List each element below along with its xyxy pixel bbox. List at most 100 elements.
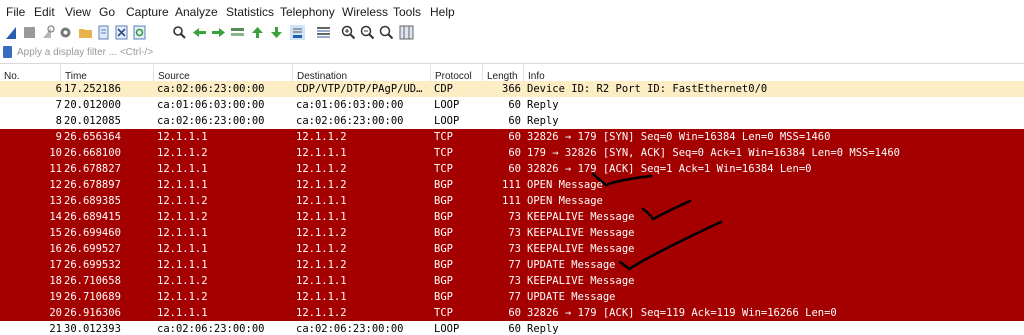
- cell-protocol: BGP: [434, 211, 453, 223]
- packet-row[interactable]: 21 30.012393 ca:02:06:23:00:00 ca:02:06:23:…: [0, 321, 1024, 335]
- restart-icon[interactable]: [40, 25, 55, 40]
- cell-no: 19: [49, 291, 62, 303]
- cell-destination: 12.1.1.2: [296, 259, 347, 271]
- reload-icon[interactable]: [132, 25, 147, 40]
- cell-length: 60: [508, 307, 521, 319]
- cell-protocol: BGP: [434, 179, 453, 191]
- open-folder-icon[interactable]: [78, 25, 93, 40]
- shark-fin-start-icon[interactable]: [4, 25, 19, 40]
- cell-time: 17.252186: [64, 83, 121, 95]
- go-to-packet-icon[interactable]: [230, 25, 245, 40]
- column-info[interactable]: Info: [523, 64, 1024, 82]
- cell-no: 9: [55, 131, 62, 143]
- file-icon[interactable]: [96, 25, 111, 40]
- packet-list-header: No. Time Source Destination Protocol Len…: [0, 64, 1024, 82]
- column-protocol[interactable]: Protocol: [430, 64, 482, 82]
- cell-no: 8: [55, 115, 62, 127]
- packet-row[interactable]: 7 20.012000 ca:01:06:03:00:00 ca:01:06:03:0…: [0, 97, 1024, 113]
- cell-source: ca:02:06:23:00:00: [157, 83, 265, 95]
- packet-row[interactable]: 13 26.689385 12.1.1.2 12.1.1.1 BGP 111 OPEN Me…: [0, 193, 1024, 209]
- menu-wireless[interactable]: Wireless: [342, 5, 388, 19]
- packet-list: 6 17.252186 ca:02:06:23:00:00 CDP/VTP/DTP/P…: [0, 81, 1024, 335]
- cell-destination: ca:02:06:23:00:00: [296, 115, 404, 127]
- cell-time: 26.668100: [64, 147, 121, 159]
- colorize-icon[interactable]: [316, 25, 331, 40]
- zoom-normal-icon[interactable]: [379, 25, 394, 40]
- cell-source: 12.1.1.2: [157, 211, 208, 223]
- forward-arrow-icon[interactable]: [211, 25, 226, 40]
- cell-source: 12.1.1.1: [157, 179, 208, 191]
- zoom-out-icon[interactable]: [360, 25, 375, 40]
- packet-row[interactable]: 19 26.710689 12.1.1.2 12.1.1.1 BGP 77 UPDATE M…: [0, 289, 1024, 305]
- column-source[interactable]: Source: [153, 64, 292, 82]
- menu-analyze[interactable]: Analyze: [175, 5, 218, 19]
- menu-view[interactable]: View: [65, 5, 91, 19]
- find-magnifier-icon[interactable]: [172, 25, 187, 40]
- zoom-in-icon[interactable]: [341, 25, 356, 40]
- packet-row[interactable]: 17 26.699532 12.1.1.1 12.1.1.2 BGP 77 UPDATE M…: [0, 257, 1024, 273]
- back-arrow-icon[interactable]: [192, 25, 207, 40]
- stop-square-icon[interactable]: [22, 25, 37, 40]
- cell-no: 21: [49, 323, 62, 335]
- go-last-icon[interactable]: [269, 25, 284, 40]
- cell-protocol: LOOP: [434, 99, 460, 111]
- column-no[interactable]: No.: [0, 64, 60, 82]
- cell-info: Device ID: R2 Port ID: FastEthernet0/0: [527, 83, 768, 95]
- packet-row[interactable]: 20 26.916306 12.1.1.1 12.1.1.2 TCP 60 32826 → …: [0, 305, 1024, 321]
- cell-length: 77: [508, 291, 521, 303]
- cell-protocol: BGP: [434, 275, 453, 287]
- cell-no: 14: [49, 211, 62, 223]
- cell-protocol: TCP: [434, 307, 453, 319]
- cell-protocol: BGP: [434, 243, 453, 255]
- cell-length: 366: [502, 83, 521, 95]
- packet-row[interactable]: 6 17.252186 ca:02:06:23:00:00 CDP/VTP/DTP/P…: [0, 81, 1024, 97]
- cell-info: 32826 → 179 [ACK] Seq=119 Ack=119 Win=16…: [527, 307, 837, 319]
- cell-time: 26.916306: [64, 307, 121, 319]
- cell-length: 111: [502, 195, 521, 207]
- packet-row[interactable]: 12 26.678897 12.1.1.1 12.1.1.2 BGP 111 OPEN Me…: [0, 177, 1024, 193]
- packet-row[interactable]: 18 26.710658 12.1.1.2 12.1.1.1 BGP 73 KEEPALIV…: [0, 273, 1024, 289]
- menu-edit[interactable]: Edit: [34, 5, 55, 19]
- menu-statistics[interactable]: Statistics: [226, 5, 274, 19]
- menu-bar: File Edit View Go Capture Analyze Statis…: [0, 0, 1024, 24]
- cell-info: Reply: [527, 99, 559, 111]
- bookmark-icon[interactable]: [3, 46, 12, 58]
- cell-no: 10: [49, 147, 62, 159]
- menu-capture[interactable]: Capture: [126, 5, 169, 19]
- cell-length: 73: [508, 243, 521, 255]
- cell-length: 73: [508, 227, 521, 239]
- cell-source: 12.1.1.2: [157, 291, 208, 303]
- packet-row[interactable]: 16 26.699527 12.1.1.1 12.1.1.2 BGP 73 KEEPALIV…: [0, 241, 1024, 257]
- packet-row[interactable]: 9 26.656364 12.1.1.1 12.1.1.2 TCP 60 32826 → 1…: [0, 129, 1024, 145]
- packet-row[interactable]: 14 26.689415 12.1.1.2 12.1.1.1 BGP 73 KEEPALIV…: [0, 209, 1024, 225]
- packet-row[interactable]: 15 26.699460 12.1.1.1 12.1.1.2 BGP 73 KEEPALIV…: [0, 225, 1024, 241]
- cell-time: 20.012085: [64, 115, 121, 127]
- cell-destination: 12.1.1.2: [296, 163, 347, 175]
- column-time[interactable]: Time: [60, 64, 153, 82]
- column-destination[interactable]: Destination: [292, 64, 430, 82]
- cell-time: 26.699460: [64, 227, 121, 239]
- cell-no: 13: [49, 195, 62, 207]
- capture-options-gear-icon[interactable]: [58, 25, 73, 40]
- menu-telephony[interactable]: Telephony: [280, 5, 335, 19]
- cell-length: 60: [508, 115, 521, 127]
- display-filter-input[interactable]: Apply a display filter ... <Ctrl-/>: [17, 47, 153, 58]
- packet-row[interactable]: 8 20.012085 ca:02:06:23:00:00 ca:02:06:23:0…: [0, 113, 1024, 129]
- menu-file[interactable]: File: [6, 5, 25, 19]
- cell-protocol: TCP: [434, 131, 453, 143]
- cell-info: 32826 → 179 [ACK] Seq=1 Ack=1 Win=16384 …: [527, 163, 812, 175]
- column-length[interactable]: Length: [482, 64, 523, 82]
- cell-no: 6: [55, 83, 62, 95]
- menu-tools[interactable]: Tools: [393, 5, 421, 19]
- cell-destination: 12.1.1.1: [296, 275, 347, 287]
- menu-go[interactable]: Go: [99, 5, 115, 19]
- packet-row[interactable]: 11 26.678827 12.1.1.1 12.1.1.2 TCP 60 32826 → …: [0, 161, 1024, 177]
- autoscroll-icon[interactable]: [290, 25, 305, 40]
- cell-info: Reply: [527, 323, 559, 335]
- close-x-icon[interactable]: [114, 25, 129, 40]
- go-first-icon[interactable]: [250, 25, 265, 40]
- packet-row[interactable]: 10 26.668100 12.1.1.2 12.1.1.1 TCP 60 179 → 32…: [0, 145, 1024, 161]
- resize-columns-icon[interactable]: [399, 25, 414, 40]
- menu-help[interactable]: Help: [430, 5, 455, 19]
- cell-time: 26.689385: [64, 195, 121, 207]
